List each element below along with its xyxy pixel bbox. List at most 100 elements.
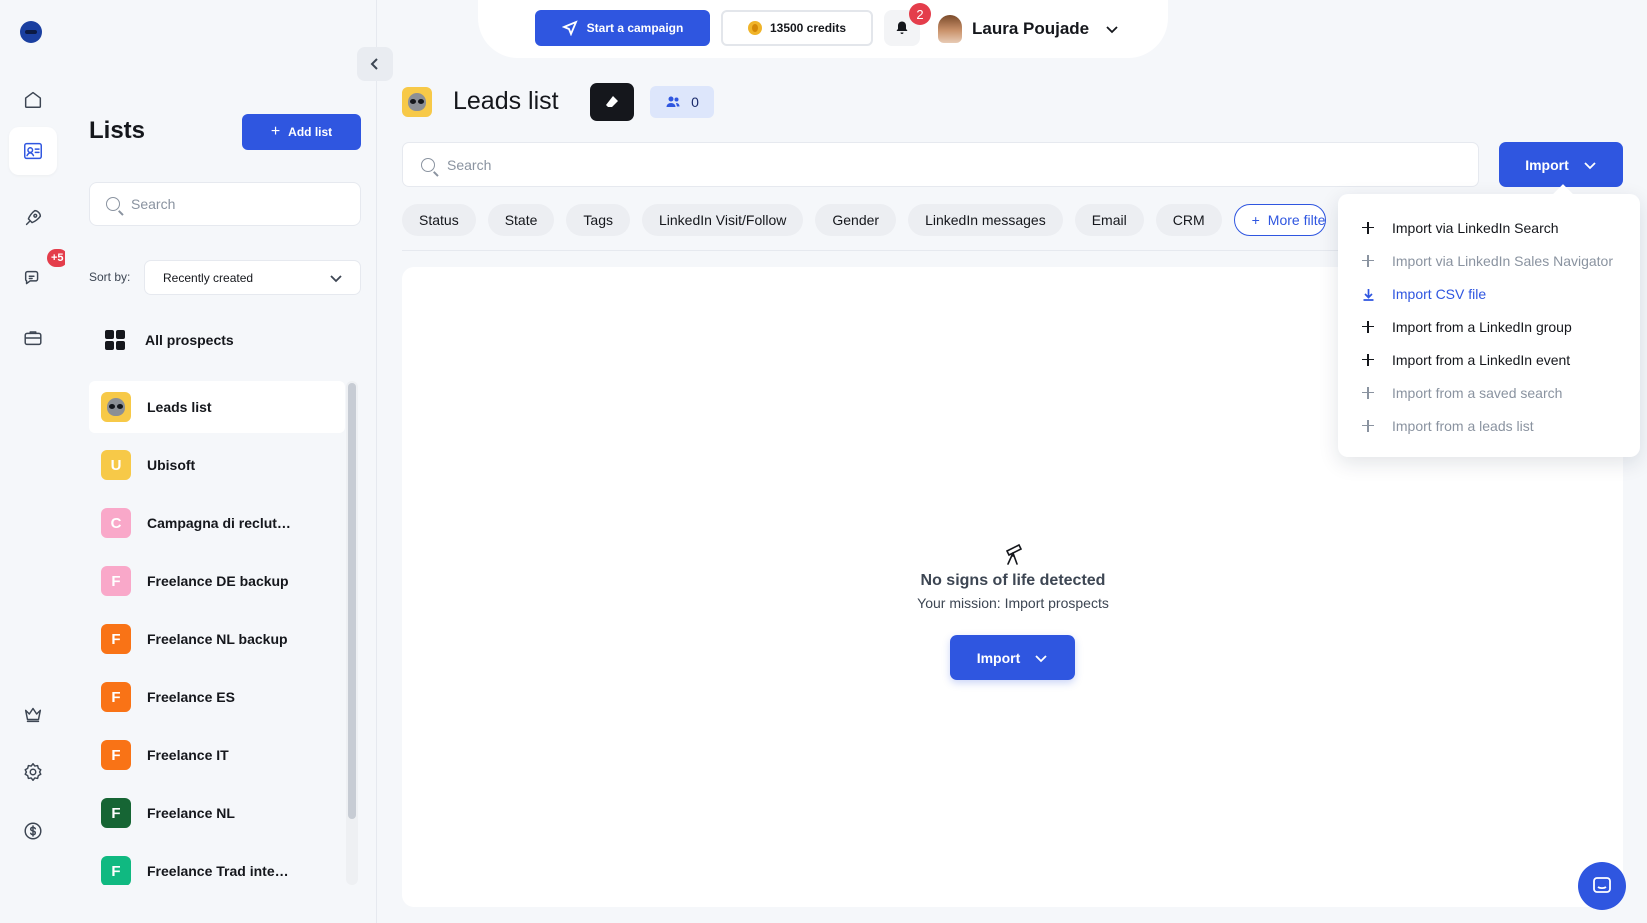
- more-filters-button[interactable]: + More filters: [1233, 204, 1326, 236]
- credits-label: 13500 credits: [769, 21, 847, 35]
- filter-chip-gender[interactable]: Gender: [815, 204, 897, 236]
- menu-item-label: Import via LinkedIn Search: [1392, 219, 1559, 236]
- filter-chip-email[interactable]: Email: [1074, 204, 1144, 236]
- start-campaign-label: Start a campaign: [586, 21, 684, 35]
- empty-state-subtitle: Your mission: Import prospects: [917, 595, 1109, 611]
- menu-item-linkedin-event[interactable]: Import from a LinkedIn event: [1338, 343, 1640, 376]
- list-item-label: Leads list: [147, 399, 212, 415]
- import-button[interactable]: Import: [1499, 142, 1623, 187]
- support-chat-button[interactable]: [1578, 862, 1626, 910]
- import-label: Import: [1525, 156, 1569, 173]
- search-placeholder: Search: [447, 156, 492, 173]
- list-item-label: Freelance IT: [147, 747, 229, 763]
- send-icon: [561, 20, 578, 36]
- prospect-count-badge[interactable]: 0: [650, 86, 714, 118]
- list-avatar: F: [101, 798, 131, 828]
- prospect-count: 0: [691, 94, 699, 110]
- logo-icon[interactable]: [20, 21, 42, 43]
- contacts-icon[interactable]: [9, 127, 57, 175]
- list-item-label: Campagna di reclut…: [147, 515, 291, 531]
- filter-chip-tags[interactable]: Tags: [566, 204, 630, 236]
- download-icon: [1362, 288, 1374, 301]
- bell-icon: [896, 21, 908, 34]
- list-item-label: Freelance NL backup: [147, 631, 288, 647]
- list-avatar: U: [101, 450, 131, 480]
- list-search-input[interactable]: Search: [89, 182, 361, 226]
- list-item[interactable]: F Freelance ES: [89, 671, 345, 723]
- crown-icon[interactable]: [9, 690, 57, 738]
- menu-item-leads-list[interactable]: Import from a leads list: [1338, 409, 1640, 442]
- list-avatar: C: [101, 508, 131, 538]
- menu-item-linkedin-search[interactable]: Import via LinkedIn Search: [1338, 211, 1640, 244]
- filter-chip-crm[interactable]: CRM: [1155, 204, 1222, 236]
- menu-item-sales-navigator[interactable]: Import via LinkedIn Sales Navigator: [1338, 244, 1640, 277]
- search-input[interactable]: Search: [402, 142, 1479, 187]
- menu-item-label: Import from a saved search: [1392, 384, 1563, 401]
- list-item[interactable]: F Freelance NL: [89, 787, 345, 839]
- list-item[interactable]: U Ubisoft: [89, 439, 345, 491]
- plus-icon: [1362, 254, 1374, 267]
- chevron-down-icon: [1106, 26, 1118, 34]
- home-icon[interactable]: [9, 75, 57, 123]
- filter-bar: Status State Tags LinkedIn Visit/Follow …: [402, 204, 1326, 236]
- chevron-down-icon: [1584, 161, 1596, 169]
- rocket-icon[interactable]: [9, 194, 57, 242]
- avatar: [938, 15, 962, 43]
- filter-chip-linkedin-visit[interactable]: LinkedIn Visit/Follow: [641, 204, 804, 236]
- list-item[interactable]: F Freelance NL backup: [89, 613, 345, 665]
- list-item[interactable]: F Freelance Trad inte…: [89, 845, 345, 885]
- start-campaign-button[interactable]: Start a campaign: [535, 10, 710, 46]
- users-icon: [666, 96, 680, 107]
- list-item-label: Ubisoft: [147, 457, 196, 473]
- list-item[interactable]: F Freelance DE backup: [89, 555, 345, 607]
- import-menu: Import via LinkedIn Search Import via Li…: [1338, 194, 1640, 457]
- user-menu[interactable]: Laura Poujade: [938, 14, 1119, 44]
- list-item[interactable]: Leads list: [89, 381, 345, 433]
- menu-item-csv[interactable]: Import CSV file: [1338, 277, 1640, 310]
- alien-avatar-icon: [101, 392, 131, 422]
- settings-icon[interactable]: [9, 748, 57, 796]
- clear-list-button[interactable]: [590, 83, 634, 121]
- import-empty-button[interactable]: Import: [950, 635, 1075, 680]
- billing-icon[interactable]: [9, 807, 57, 855]
- briefcase-icon[interactable]: [9, 314, 57, 362]
- add-list-button[interactable]: + Add list: [242, 114, 361, 150]
- filter-chip-linkedin-messages[interactable]: LinkedIn messages: [908, 204, 1063, 236]
- list-item-label: Freelance NL: [147, 805, 235, 821]
- all-prospects-label: All prospects: [145, 332, 234, 348]
- filter-chip-state[interactable]: State: [487, 204, 555, 236]
- user-name: Laura Poujade: [972, 19, 1090, 38]
- list-avatar: F: [101, 566, 131, 596]
- search-icon: [106, 197, 120, 211]
- plus-icon: [1362, 353, 1374, 366]
- collapse-panel-button[interactable]: [357, 47, 393, 81]
- menu-item-linkedin-group[interactable]: Import from a LinkedIn group: [1338, 310, 1640, 343]
- import-label: Import: [976, 649, 1021, 666]
- menu-item-label: Import from a LinkedIn event: [1392, 351, 1571, 368]
- credits-button[interactable]: 13500 credits: [721, 10, 873, 46]
- filter-chip-status[interactable]: Status: [402, 204, 476, 236]
- list-item[interactable]: F Freelance IT: [89, 729, 345, 781]
- alien-avatar-icon: [402, 87, 432, 117]
- list-item[interactable]: C Campagna di reclut…: [89, 497, 345, 549]
- list-avatar: F: [101, 740, 131, 770]
- grid-icon: [105, 330, 125, 350]
- telescope-icon: [1003, 542, 1025, 566]
- coin-icon: [747, 21, 762, 35]
- menu-item-saved-search[interactable]: Import from a saved search: [1338, 376, 1640, 409]
- list-search-placeholder: Search: [131, 196, 176, 212]
- lists-container: Leads list U Ubisoft C Campagna di reclu…: [89, 381, 361, 885]
- list-item-label: Freelance ES: [147, 689, 235, 705]
- add-list-label: Add list: [288, 125, 333, 139]
- more-filters-label: More filters: [1267, 212, 1326, 228]
- plus-icon: +: [1251, 212, 1260, 228]
- search-icon: [421, 157, 435, 172]
- eraser-icon: [606, 96, 618, 108]
- plus-icon: [1362, 386, 1374, 399]
- left-rail: +5: [0, 0, 68, 923]
- sort-label: Sort by:: [89, 270, 131, 284]
- menu-item-label: Import from a leads list: [1392, 417, 1534, 434]
- sort-select[interactable]: Recently created: [144, 260, 361, 295]
- chevron-down-icon: [330, 274, 342, 282]
- all-prospects-item[interactable]: All prospects: [89, 322, 345, 358]
